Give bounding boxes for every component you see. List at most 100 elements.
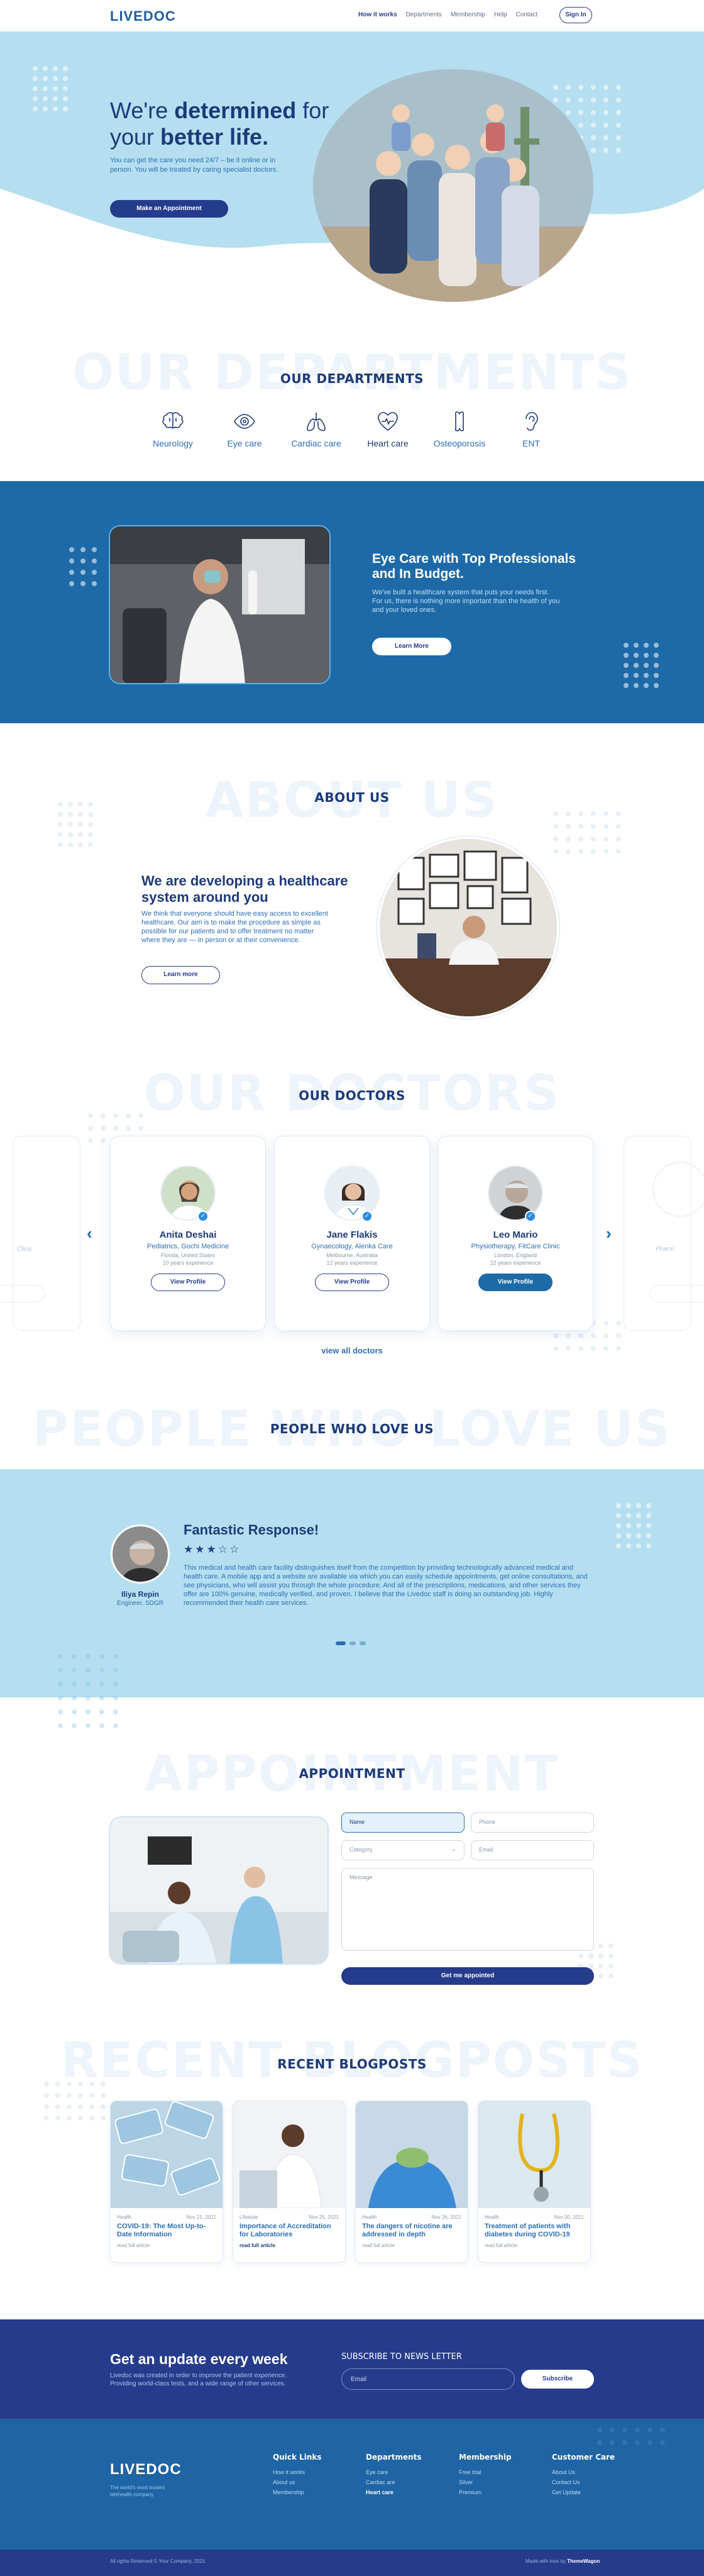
blog-title: RECENT BLOGPOSTS — [277, 2057, 427, 2072]
view-all-doctors-link[interactable]: view all doctors — [0, 1346, 704, 1355]
about-title: ABOUT US — [314, 790, 390, 805]
dept-ent[interactable]: ENT — [500, 409, 563, 448]
name-input[interactable]: Name — [341, 1813, 465, 1833]
footer-tagline: The world's most trusted telehealth comp… — [110, 2485, 165, 2497]
footer-link[interactable]: About us — [273, 2479, 322, 2485]
footer-logo[interactable]: LIVEDOC — [110, 2461, 182, 2479]
footer-link[interactable]: Free trial — [459, 2469, 512, 2475]
copyright-text: All rights Reserved © Your Company, 2021 — [110, 2558, 206, 2564]
departments-list: Neurology Eye care Cardiac care Heart ca… — [141, 409, 563, 448]
read-more-link[interactable]: read full article — [356, 2239, 468, 2248]
doctor-card-partial-left: Clinic — [0, 1136, 80, 1331]
footer-link[interactable]: Cardiac are — [366, 2479, 422, 2485]
blog-category: Health — [485, 2214, 500, 2220]
about-heading: We are developing a healthcare system ar… — [141, 873, 348, 905]
appointment-photo — [109, 1816, 329, 1965]
footer-link[interactable]: How it works — [273, 2469, 322, 2475]
footer-link[interactable]: Get Update — [552, 2489, 615, 2496]
nav-help[interactable]: Help — [494, 11, 507, 18]
eye-care-photo — [109, 525, 331, 684]
decor-dots — [33, 66, 68, 111]
decor-dots — [616, 1503, 651, 1548]
category-select[interactable]: Category ⌄ — [341, 1840, 465, 1860]
decor-dots — [58, 802, 93, 847]
ear-icon — [525, 412, 538, 431]
footer-link[interactable]: Eye care — [366, 2469, 422, 2475]
make-appointment-button[interactable]: Make an Appointment — [110, 200, 228, 218]
verified-check-icon: ✓ — [197, 1211, 209, 1222]
pager-dot[interactable] — [349, 1641, 356, 1645]
blog-card[interactable]: Lifestyle Nov 25, 2021 Importance of Accr… — [233, 2101, 346, 2263]
lungs-icon — [307, 413, 326, 431]
nav-departments[interactable]: Departments — [406, 11, 442, 18]
dept-label: Heart care — [367, 438, 409, 448]
view-profile-button[interactable]: View Profile — [315, 1274, 389, 1291]
message-textarea[interactable]: Message — [341, 1868, 594, 1951]
dept-neurology[interactable]: Neurology — [141, 409, 204, 448]
dept-heart-care[interactable]: Heart care — [356, 409, 419, 448]
decor-dots — [44, 2082, 106, 2121]
doctor-experience: 12 years experience — [326, 1260, 378, 1266]
footer-link[interactable]: Membership — [273, 2489, 322, 2496]
doctor-location: Melbourne, Australia — [326, 1252, 378, 1258]
blog-image-stethoscope — [478, 2101, 590, 2208]
sign-in-button[interactable]: Sign In — [559, 7, 592, 23]
newsletter-title: Get an update every week — [110, 2351, 288, 2367]
newsletter-email-input[interactable]: Email — [341, 2368, 515, 2390]
blog-card[interactable]: Health Nov 26, 2021 The dangers of nicoti… — [355, 2101, 468, 2263]
dept-cardiac-care[interactable]: Cardiac care — [285, 409, 348, 448]
bone-icon — [454, 411, 465, 431]
hero-title: We're determined for your better life. — [110, 97, 329, 150]
testimonials-title: PEOPLE WHO LOVE US — [270, 1421, 434, 1436]
footer-column-customer-care: Customer Care About Us Contact Us Get Up… — [552, 2453, 615, 2499]
footer-link[interactable]: Premium — [459, 2489, 512, 2496]
nav-membership[interactable]: Membership — [451, 11, 485, 18]
departments-title: OUR DEPARTMENTS — [280, 371, 424, 386]
dept-label: Eye care — [227, 438, 262, 448]
credit-link[interactable]: ThemeWagon — [567, 2558, 600, 2564]
dept-osteoporosis[interactable]: Osteoporosis — [428, 409, 491, 448]
footer-link[interactable]: Silver — [459, 2479, 512, 2485]
about-learn-more-button[interactable]: Learn more — [141, 966, 220, 984]
footer-column-departments: Departments Eye care Cardiac are Heart c… — [366, 2453, 422, 2499]
doctor-card: ✓ Leo Mario Physiotherapy, FitCare Clini… — [437, 1136, 593, 1331]
carousel-next-arrow[interactable]: › — [606, 1224, 612, 1243]
carousel-prev-arrow[interactable]: ‹ — [87, 1224, 92, 1243]
footer-link[interactable]: About Us — [552, 2469, 615, 2475]
blog-image-lab — [233, 2101, 345, 2208]
eye-care-title: Eye Care with Top Professionals and In B… — [372, 552, 576, 581]
read-more-link[interactable]: read full article — [233, 2239, 345, 2248]
nav-how-it-works[interactable]: How it works — [358, 11, 397, 18]
subscribe-button[interactable]: Subscribe — [521, 2370, 594, 2389]
blog-title: The dangers of nicotine are addressed in… — [362, 2223, 453, 2238]
blog-card[interactable]: Health Nov 30, 2021 Treatment of patients… — [478, 2101, 591, 2263]
nav-contact[interactable]: Contact — [516, 11, 537, 18]
review-headline: Fantastic Response! — [184, 1522, 319, 1538]
footer-link[interactable]: Contact Us — [552, 2479, 615, 2485]
get-appointed-button[interactable]: Get me appointed — [341, 1967, 594, 1985]
pager-dot[interactable] — [336, 1641, 346, 1645]
dept-eye-care[interactable]: Eye care — [213, 409, 276, 448]
footer-link[interactable]: Heart care — [366, 2489, 422, 2496]
blog-card[interactable]: Health Nov 21, 2021 COVID-19: The Most Up… — [110, 2101, 223, 2263]
main-nav: How it works Departments Membership Help… — [358, 11, 537, 18]
email-input[interactable]: Email — [471, 1840, 594, 1860]
decor-dots — [624, 643, 659, 688]
view-profile-button[interactable]: View Profile — [151, 1274, 225, 1291]
pager-dot[interactable] — [360, 1641, 366, 1645]
read-more-link[interactable]: read full article — [111, 2239, 223, 2248]
read-more-link[interactable]: read full article — [478, 2239, 590, 2248]
eye-care-learn-more-button[interactable]: Learn More — [372, 638, 451, 655]
blog-category: Lifestyle — [239, 2214, 258, 2220]
blog-image-masks — [111, 2101, 223, 2208]
family-photo — [313, 69, 593, 302]
blog-date: Nov 30, 2021 — [554, 2214, 584, 2220]
footer-column-quick-links: Quick Links How it works About us Member… — [273, 2453, 322, 2499]
credit-text: Made with love by ThemeWagon — [525, 2558, 600, 2564]
reviewer-role: Engineer, SDGR — [117, 1600, 163, 1607]
phone-input[interactable]: Phone — [471, 1813, 594, 1833]
logo[interactable]: LIVEDOC — [110, 8, 176, 25]
doctor-card-partial-right: Pharm — [624, 1136, 704, 1331]
view-profile-button[interactable]: View Profile — [478, 1274, 553, 1291]
footer-column-membership: Membership Free trial Silver Premium — [459, 2453, 512, 2499]
